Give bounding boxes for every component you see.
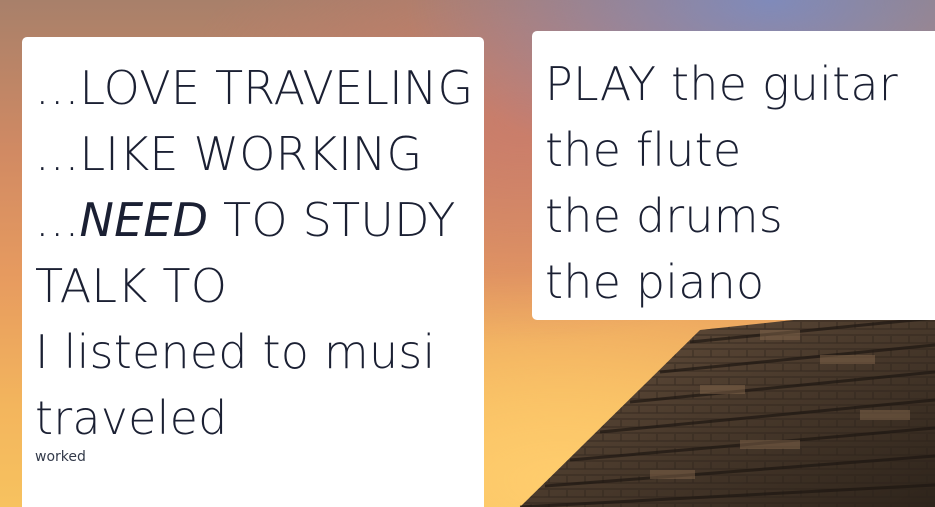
left-card: ...LOVE TRAVELING ...LIKE WORKING ...NEE… — [22, 37, 484, 507]
right-line-3: the drums — [545, 189, 783, 243]
right-card: PLAY the guitar the flute the drums the … — [532, 31, 935, 320]
right-line-2: the flute — [545, 123, 742, 177]
left-line-5: I listened to musi — [35, 325, 436, 379]
left-line-2: ...LIKE WORKING — [35, 127, 423, 181]
right-line-1: PLAY the guitar — [545, 57, 898, 111]
left-line-6: traveled — [35, 391, 228, 445]
left-line-4: TALK TO — [35, 259, 228, 313]
left-line-3: ...NEED TO STUDY — [35, 193, 456, 247]
left-line-1: ...LOVE TRAVELING — [35, 61, 474, 115]
right-line-4: the piano — [545, 255, 765, 309]
